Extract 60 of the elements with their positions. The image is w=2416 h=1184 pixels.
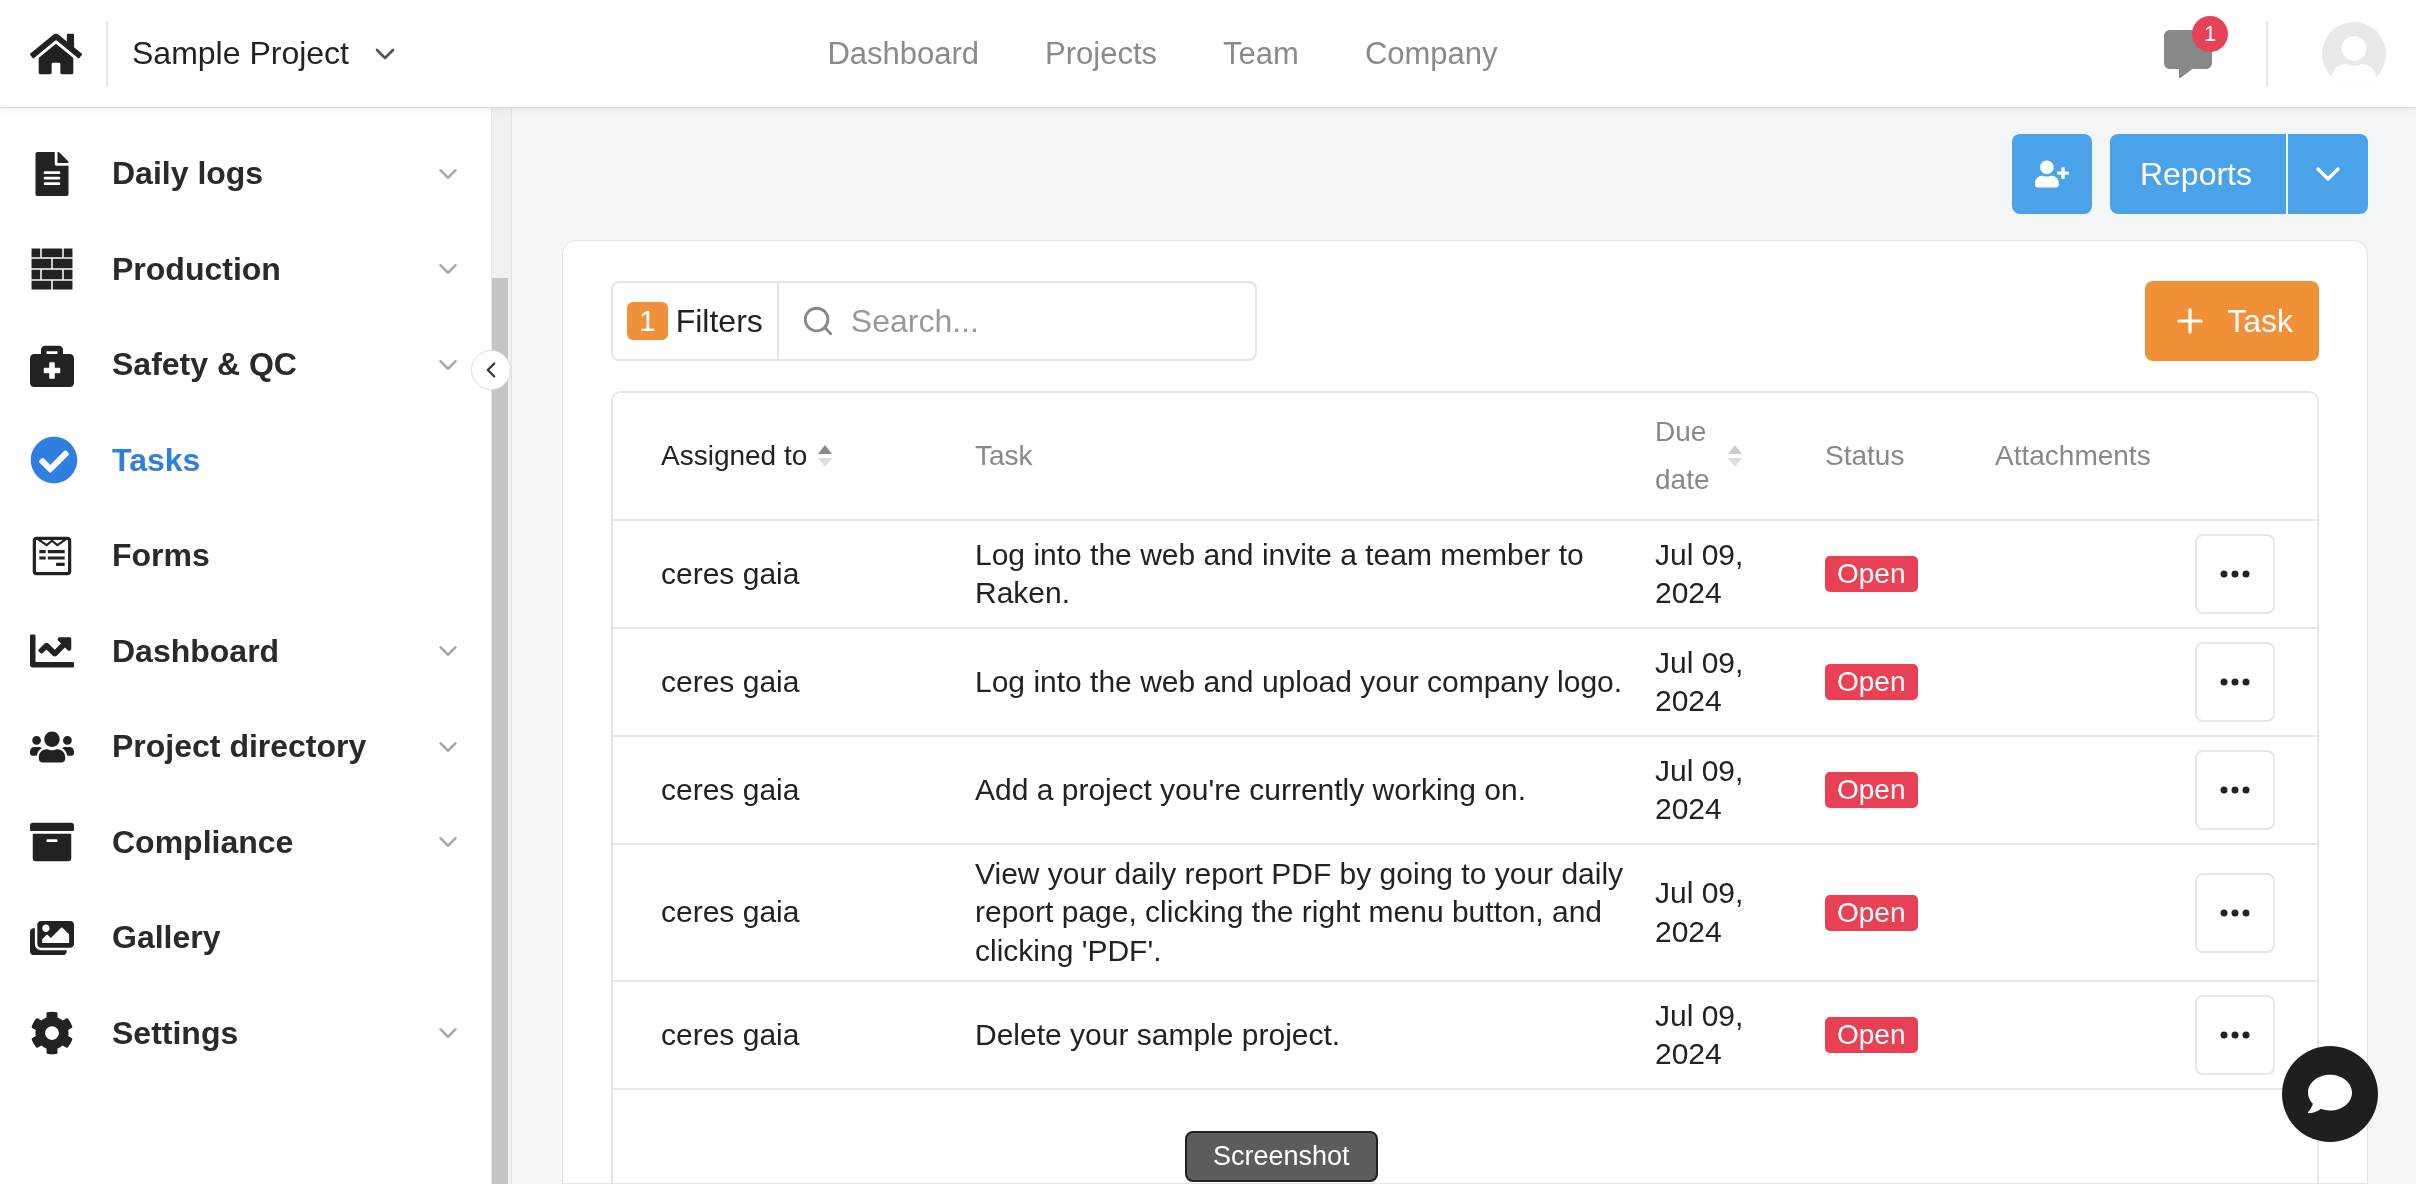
table-cell-text: Add a project you're currently working on. [975,771,1527,808]
table-cell-text: ceres gaia [661,1016,801,1053]
table-cell-text: Delete your sample project. [975,1016,1342,1053]
chat-icon [2308,1072,2352,1116]
settings-icon [30,1011,74,1056]
sidebar-item[interactable]: Dashboard [30,603,491,699]
status-tag: Open [1825,664,1918,700]
add-user-icon [2034,157,2069,191]
more-icon [2220,908,2250,917]
filters-button[interactable]: 1 Filters [611,281,777,361]
more-icon [2220,1031,2250,1040]
column-header: Attachments [1995,439,2151,474]
project-selector[interactable]: Sample Project [132,35,401,72]
search-box[interactable]: Search... [776,281,1257,361]
sidebar-item[interactable]: Compliance [30,794,491,890]
status-tag: Open [1825,772,1918,808]
table-cell-text: Jul 09, 2024 [1655,752,1745,827]
table-cell-text: Log into the web and invite a team member to Raken. [975,536,1585,611]
screenshot-tooltip: Screenshot [1185,1131,1378,1182]
sidebar-item[interactable]: Tasks [30,412,491,508]
column-header: Task [975,439,1033,474]
sidebar-item[interactable]: Forms [30,508,491,604]
scrollbar[interactable] [492,278,508,1184]
sidebar-item[interactable]: Safety & QC [30,317,491,413]
column-header: Status [1825,439,1905,474]
table-cell-text: ceres gaia [661,771,801,808]
status-tag: Open [1825,1017,1918,1054]
status-tag: Open [1825,894,1918,931]
table-cell-text: ceres gaia [661,555,801,592]
more-button[interactable] [2195,534,2275,614]
sidebar-item[interactable]: Production [30,221,491,317]
bricks-icon [30,247,74,292]
more-button[interactable] [2195,995,2275,1076]
more-icon [2220,570,2250,578]
table-cell-text: Jul 09, 2024 [1655,644,1745,719]
status-tag: Open [1825,556,1918,592]
column-header[interactable]: Assigned to [661,432,808,480]
notification-badge: 1 [2192,15,2228,52]
table-cell-text: Jul 09, 2024 [1655,536,1745,611]
filter-count: 1 [627,302,668,340]
more-icon [2220,786,2250,794]
more-button[interactable] [2195,642,2275,722]
table-cell-text: Jul 09, 2024 [1655,875,1745,950]
sidebar-item[interactable]: Daily logs [30,126,491,222]
sort-icon[interactable] [817,443,834,469]
more-icon [2220,678,2250,686]
sidebar-item[interactable]: Gallery [30,890,491,986]
sidebar-item[interactable]: Settings [30,985,491,1081]
more-button[interactable] [2195,872,2275,953]
collapse-sidebar-button[interactable] [471,350,511,390]
table-cell-text: Jul 09, 2024 [1655,997,1745,1073]
table-cell-text: ceres gaia [661,663,801,700]
table-cell-text: Log into the web and upload your company logo. [975,663,1624,700]
add-member-button[interactable] [2011,134,2092,214]
table-cell-text: View your daily report PDF by going to your daily report page, clicking the right menu button, and clicking 'PDF'. [975,856,1625,969]
more-button[interactable] [2195,750,2275,830]
table-cell-text: ceres gaia [661,894,801,931]
column-header[interactable]: Due date [1655,408,1717,504]
sort-icon[interactable] [1726,443,1743,469]
sidebar-item[interactable]: Project directory [30,699,491,795]
